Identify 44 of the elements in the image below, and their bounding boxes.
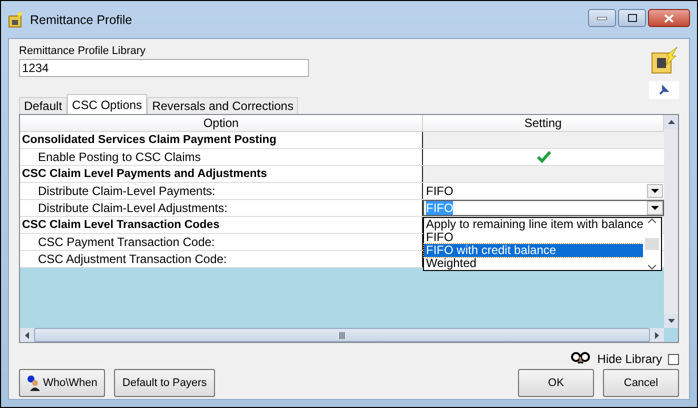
close-button[interactable] <box>648 9 690 27</box>
dropdown-arrow-icon <box>651 206 659 210</box>
scroll-up-icon[interactable] <box>668 120 674 124</box>
hide-library-label: Hide Library <box>597 352 662 366</box>
scroll-down-icon[interactable] <box>648 265 656 270</box>
vertical-scrollbar[interactable] <box>664 115 678 328</box>
maximize-icon <box>628 14 636 22</box>
minimize-button[interactable] <box>588 9 616 27</box>
person-info-icon <box>27 375 41 391</box>
default-to-payers-button[interactable]: Default to Payers <box>114 369 215 397</box>
hide-library-checkbox[interactable] <box>668 354 679 364</box>
dropdown-arrow-icon <box>651 189 659 193</box>
column-header: Option <box>20 115 423 131</box>
scroll-up-icon[interactable] <box>648 218 656 223</box>
cancel-button[interactable]: Cancel <box>603 369 679 397</box>
option-label: Distribute Claim-Level Payments: <box>20 183 423 199</box>
window-title: Remittance Profile <box>30 12 134 26</box>
app-icon <box>8 12 24 28</box>
tab[interactable]: CSC Options <box>67 94 148 114</box>
checkmark-icon[interactable] <box>536 151 550 163</box>
scroll-left-icon[interactable] <box>25 332 29 338</box>
dropdown-option[interactable]: FIFO <box>424 231 644 244</box>
grip-icon <box>339 332 345 338</box>
dropdown-option[interactable]: Apply to remaining line item with balance <box>424 218 644 231</box>
option-label: Distribute Claim-Level Adjustments: <box>20 200 423 216</box>
minimize-icon <box>597 16 607 20</box>
option-label: Enable Posting to CSC Claims <box>20 149 423 165</box>
horizontal-scrollbar[interactable] <box>20 328 664 342</box>
who-when-button[interactable]: Who\When <box>19 369 106 397</box>
ok-button[interactable]: OK <box>518 369 594 397</box>
dropdown-option[interactable]: FIFO with credit balance <box>424 244 644 257</box>
tab[interactable]: Reversals and Corrections <box>147 97 298 114</box>
library-field[interactable]: 1234 <box>19 59 309 77</box>
tab[interactable]: Default <box>19 97 68 114</box>
scroll-down-icon[interactable] <box>668 319 674 323</box>
library-building-icon[interactable] <box>649 45 679 75</box>
scroll-right-icon[interactable] <box>655 332 659 338</box>
scroll-thumb[interactable] <box>645 238 660 250</box>
library-label: Remittance Profile Library <box>19 45 147 57</box>
maximize-button[interactable] <box>618 9 646 27</box>
dropdown-option[interactable]: Weighted <box>424 257 644 270</box>
setting-dropdown[interactable]: FIFO <box>423 183 664 199</box>
pin-icon[interactable] <box>659 85 669 95</box>
close-icon <box>664 14 674 22</box>
